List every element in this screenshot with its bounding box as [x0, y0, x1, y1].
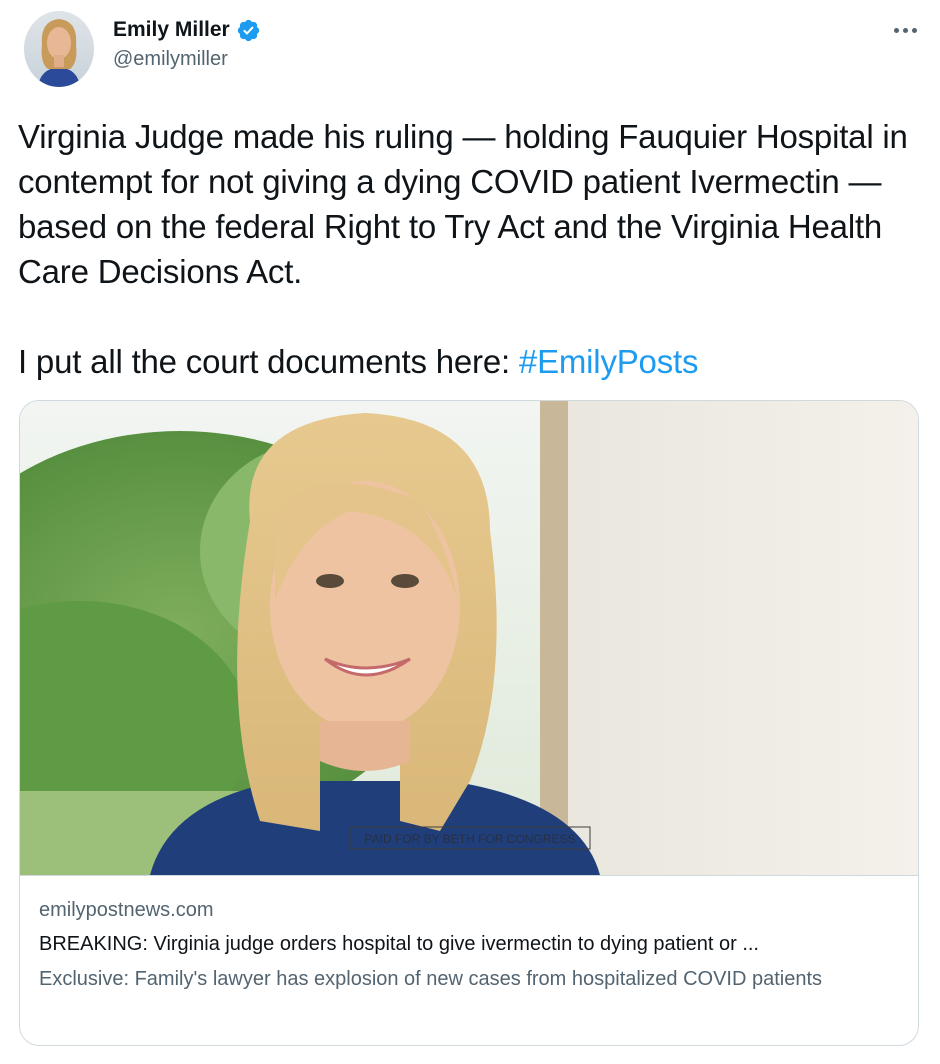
author-name[interactable]: Emily Miller	[113, 18, 230, 42]
author-handle[interactable]: @emilymiller	[113, 48, 261, 71]
verified-badge-icon	[236, 18, 261, 43]
tweet-text: Virginia Judge made his ruling — holding…	[18, 114, 918, 384]
more-options-icon[interactable]	[890, 18, 920, 42]
card-meta: emilypostnews.com BREAKING: Virginia jud…	[39, 897, 899, 995]
card-description: Exclusive: Family's lawyer has explosion…	[39, 968, 823, 990]
author-name-row: Emily Miller	[113, 15, 261, 45]
image-watermark: PAID FOR BY BETH FOR CONGRESS	[365, 832, 576, 846]
link-preview-card[interactable]: PAID FOR BY BETH FOR CONGRESS emilypostn…	[19, 400, 919, 1046]
card-title: BREAKING: Virginia judge orders hospital…	[39, 933, 759, 955]
author-avatar[interactable]	[24, 11, 94, 87]
tweet-paragraph-2-text: I put all the court documents here:	[18, 343, 519, 380]
hashtag-link[interactable]: #EmilyPosts	[519, 343, 699, 380]
tweet-paragraph-2: I put all the court documents here: #Emi…	[18, 339, 918, 384]
author-block: Emily Miller @emilymiller	[113, 15, 261, 71]
card-domain: emilypostnews.com	[39, 899, 214, 921]
tweet-paragraph-1: Virginia Judge made his ruling — holding…	[18, 118, 908, 290]
card-image[interactable]: PAID FOR BY BETH FOR CONGRESS	[20, 401, 918, 876]
